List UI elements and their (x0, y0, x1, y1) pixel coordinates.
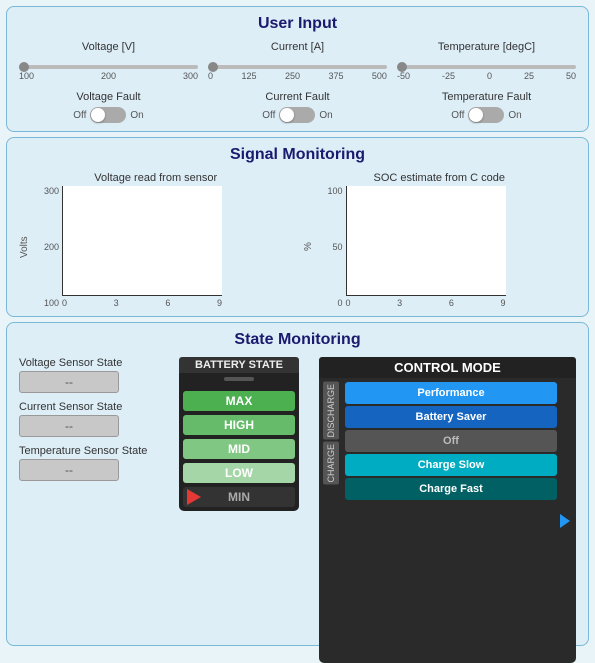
signal-monitoring-title: Signal Monitoring (19, 146, 576, 164)
battery-min-arrow (187, 489, 201, 505)
voltage-fault-label: Voltage Fault (76, 91, 140, 103)
voltage-chart-container: Voltage read from sensor Volts 300 200 1… (19, 172, 293, 308)
current-slider[interactable] (208, 65, 387, 69)
voltage-chart-title: Voltage read from sensor (19, 172, 293, 184)
temperature-fault-group: Temperature Fault Off On (397, 91, 576, 123)
battery-indicator (224, 377, 254, 381)
temperature-sensor-label: Temperature Sensor State (19, 445, 159, 457)
voltage-fault-off: Off (73, 110, 86, 121)
mode-buttons-col: Performance Battery Saver Off Charge Slo… (345, 382, 557, 659)
current-ticks: 0 125 250 375 500 (208, 71, 387, 81)
voltage-slider[interactable] (19, 65, 198, 69)
battery-saver-mode-btn[interactable]: Battery Saver (345, 406, 557, 428)
discharge-label: DISCHARGE (323, 382, 339, 440)
charts-row: Voltage read from sensor Volts 300 200 1… (19, 172, 576, 308)
soc-chart-container: SOC estimate from C code % 100 50 0 0 3 (303, 172, 577, 308)
current-label: Current [A] (271, 41, 324, 53)
off-mode-btn[interactable]: Off (345, 430, 557, 452)
battery-seg-low: LOW (183, 463, 295, 483)
battery-section: BATTERY STATE MAX HIGH MID LOW MIN (169, 357, 309, 663)
soc-x-labels: 0 3 6 9 (346, 298, 506, 308)
current-sensor-group: Current Sensor State -- (19, 401, 159, 437)
temperature-fault-toggle-row: Off On (451, 107, 522, 123)
battery-seg-high: HIGH (183, 415, 295, 435)
user-input-panel: User Input Voltage [V] 100 200 300 Curre… (6, 6, 589, 132)
current-fault-group: Current Fault Off On (208, 91, 387, 123)
temperature-sensor-value: -- (19, 459, 119, 481)
temperature-fault-toggle[interactable] (468, 107, 504, 123)
control-mode-arrow (560, 514, 570, 528)
soc-y-area: % 100 50 0 (303, 186, 346, 308)
state-content: Voltage Sensor State -- Current Sensor S… (19, 357, 576, 663)
temperature-sensor-group: Temperature Sensor State -- (19, 445, 159, 481)
voltage-label: Voltage [V] (82, 41, 135, 53)
performance-mode-btn[interactable]: Performance (345, 382, 557, 404)
voltage-y-label: Volts (19, 186, 30, 308)
temperature-label: Temperature [degC] (438, 41, 535, 53)
voltage-y-area: Volts 300 200 100 (19, 186, 62, 308)
current-sensor-value: -- (19, 415, 119, 437)
charge-slow-mode-btn[interactable]: Charge Slow (345, 454, 557, 476)
temperature-slider[interactable] (397, 65, 576, 69)
voltage-chart-plot (62, 186, 222, 296)
current-slider-group: Current [A] 0 125 250 375 500 (208, 41, 387, 81)
battery-title: BATTERY STATE (179, 357, 299, 373)
current-fault-off: Off (262, 110, 275, 121)
battery-seg-min: MIN (183, 487, 295, 507)
soc-y-label: % (303, 186, 314, 308)
sensor-states: Voltage Sensor State -- Current Sensor S… (19, 357, 159, 663)
voltage-sensor-group: Voltage Sensor State -- (19, 357, 159, 393)
user-input-title: User Input (19, 15, 576, 33)
voltage-y-axis: 300 200 100 (32, 186, 62, 308)
voltage-fault-group: Voltage Fault Off On (19, 91, 198, 123)
soc-y-axis: 100 50 0 (316, 186, 346, 308)
current-sensor-label: Current Sensor State (19, 401, 159, 413)
battery-body: MAX HIGH MID LOW MIN (179, 373, 299, 511)
battery-seg-mid: MID (183, 439, 295, 459)
voltage-chart-wrapper: Volts 300 200 100 0 3 6 9 (19, 186, 293, 308)
current-fault-toggle[interactable] (279, 107, 315, 123)
voltage-x-labels: 0 3 6 9 (62, 298, 222, 308)
state-monitoring-panel: State Monitoring Voltage Sensor State --… (6, 322, 589, 646)
voltage-sensor-label: Voltage Sensor State (19, 357, 159, 369)
current-fault-label: Current Fault (265, 91, 329, 103)
charge-fast-mode-btn[interactable]: Charge Fast (345, 478, 557, 500)
sliders-row: Voltage [V] 100 200 300 Current [A] 0 12… (19, 41, 576, 81)
soc-chart-plot (346, 186, 506, 296)
voltage-slider-group: Voltage [V] 100 200 300 (19, 41, 198, 81)
temperature-ticks: -50 -25 0 25 50 (397, 71, 576, 81)
control-section: CONTROL MODE DISCHARGE CHARGE Performanc… (319, 357, 576, 663)
fault-row: Voltage Fault Off On Current Fault Off O… (19, 91, 576, 123)
state-monitoring-title: State Monitoring (19, 331, 576, 349)
current-fault-toggle-row: Off On (262, 107, 333, 123)
voltage-sensor-value: -- (19, 371, 119, 393)
current-fault-on: On (319, 110, 332, 121)
arrow-container (560, 382, 572, 659)
battery-seg-max: MAX (183, 391, 295, 411)
voltage-fault-on: On (130, 110, 143, 121)
soc-chart-title: SOC estimate from C code (303, 172, 577, 184)
voltage-ticks: 100 200 300 (19, 71, 198, 81)
charge-label: CHARGE (323, 442, 339, 485)
temperature-fault-on: On (508, 110, 521, 121)
control-mode-title: CONTROL MODE (319, 357, 576, 378)
voltage-fault-toggle-row: Off On (73, 107, 144, 123)
temperature-fault-label: Temperature Fault (442, 91, 531, 103)
control-body: DISCHARGE CHARGE Performance Battery Sav… (319, 378, 576, 663)
temperature-fault-off: Off (451, 110, 464, 121)
signal-monitoring-panel: Signal Monitoring Voltage read from sens… (6, 137, 589, 317)
soc-chart-wrapper: % 100 50 0 0 3 6 9 (303, 186, 577, 308)
voltage-fault-toggle[interactable] (90, 107, 126, 123)
temperature-slider-group: Temperature [degC] -50 -25 0 25 50 (397, 41, 576, 81)
